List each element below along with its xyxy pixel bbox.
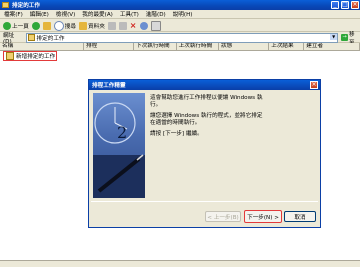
- window-title: 排定的工作: [12, 3, 40, 9]
- move-to-icon[interactable]: [107, 21, 116, 30]
- close-button[interactable]: ×: [351, 1, 359, 9]
- address-input[interactable]: 排定的工作 ▼: [25, 32, 339, 43]
- folders-icon: [79, 21, 87, 30]
- folders-label: 資料夾: [88, 23, 105, 30]
- status-bar: [0, 260, 360, 267]
- scheduled-tasks-icon: [27, 34, 35, 41]
- wizard-description-text: 讓您選擇 Windows 執行的程式，並將它排定 在適當的時間執行。: [150, 113, 263, 126]
- scheduled-task-wizard-dialog: 排程工作精靈 × 2 這會幫助您進行工作排程以便讓 Windows 執 行。 讓…: [88, 79, 321, 228]
- dialog-title: 排程工作精靈: [92, 83, 126, 89]
- undo-icon[interactable]: [139, 21, 148, 30]
- copy-to-icon[interactable]: [118, 21, 127, 30]
- svg-text:2: 2: [117, 123, 127, 142]
- dialog-close-button[interactable]: ×: [310, 81, 318, 89]
- menu-tools[interactable]: 工具(T): [120, 10, 139, 18]
- wizard-intro-text: 這會幫助您進行工作排程以便讓 Windows 執 行。: [150, 95, 263, 108]
- delete-icon[interactable]: ×: [130, 21, 137, 30]
- forward-arrow-icon[interactable]: [31, 21, 40, 30]
- menu-favorites[interactable]: 我的最愛(A): [82, 10, 113, 18]
- back-wizard-button[interactable]: < 上一步(B): [205, 211, 241, 222]
- add-task-icon: [6, 52, 14, 60]
- dialog-separator: [91, 201, 318, 202]
- address-dropdown-icon[interactable]: ▼: [330, 33, 338, 40]
- column-header-creator[interactable]: 建立者: [304, 43, 360, 50]
- column-headers: 名稱 排程 下次執行時間 上次執行時間 狀態 上次結果 建立者: [0, 43, 360, 51]
- go-arrow-icon: →: [341, 34, 348, 41]
- menu-bar: 檔案(F) 編輯(E) 檢視(V) 我的最愛(A) 工具(T) 進階(D) 說明…: [0, 10, 360, 19]
- list-item-add-task[interactable]: 新增排定的工作: [3, 51, 57, 61]
- window-titlebar: 排定的工作: [0, 0, 360, 10]
- column-header-schedule[interactable]: 排程: [84, 43, 135, 50]
- toolbar: 上一頁 搜尋 資料夾 ×: [0, 20, 360, 32]
- maximize-button[interactable]: □: [341, 1, 349, 9]
- add-task-label: 新增排定的工作: [16, 54, 56, 60]
- back-button[interactable]: 上一頁: [3, 21, 29, 30]
- column-header-last-run[interactable]: 上次執行時間: [177, 43, 220, 50]
- views-icon[interactable]: [150, 20, 161, 31]
- back-arrow-icon: [3, 21, 11, 30]
- column-header-next-run[interactable]: 下次執行時間: [134, 43, 177, 50]
- cancel-button[interactable]: 取消: [284, 211, 316, 222]
- wizard-clock-image: 2: [93, 93, 145, 198]
- menu-advanced[interactable]: 進階(D): [146, 10, 166, 18]
- column-header-last-result[interactable]: 上次結果: [269, 43, 305, 50]
- menu-help[interactable]: 說明(H): [173, 10, 193, 18]
- column-header-status[interactable]: 狀態: [219, 43, 270, 50]
- up-folder-icon[interactable]: [42, 21, 51, 30]
- minimize-button[interactable]: _: [331, 1, 339, 9]
- address-value: 排定的工作: [36, 35, 65, 42]
- wizard-continue-text: 請按 [下一步] 繼續。: [150, 131, 203, 137]
- menu-edit[interactable]: 編輯(E): [30, 10, 49, 18]
- folder-icon: [2, 2, 9, 8]
- menu-view[interactable]: 檢視(V): [56, 10, 75, 18]
- search-button[interactable]: 搜尋: [53, 20, 76, 31]
- menu-file[interactable]: 檔案(F): [4, 10, 23, 18]
- back-label: 上一頁: [12, 23, 29, 30]
- search-label: 搜尋: [64, 23, 76, 30]
- dialog-titlebar: 排程工作精靈: [89, 80, 320, 90]
- folders-button[interactable]: 資料夾: [79, 21, 105, 30]
- next-button[interactable]: 下一步(N) >: [244, 210, 282, 223]
- column-header-name[interactable]: 名稱: [0, 43, 84, 50]
- search-icon: [53, 20, 64, 31]
- address-bar: 網址(D) 排定的工作 ▼ → 移至: [0, 32, 360, 46]
